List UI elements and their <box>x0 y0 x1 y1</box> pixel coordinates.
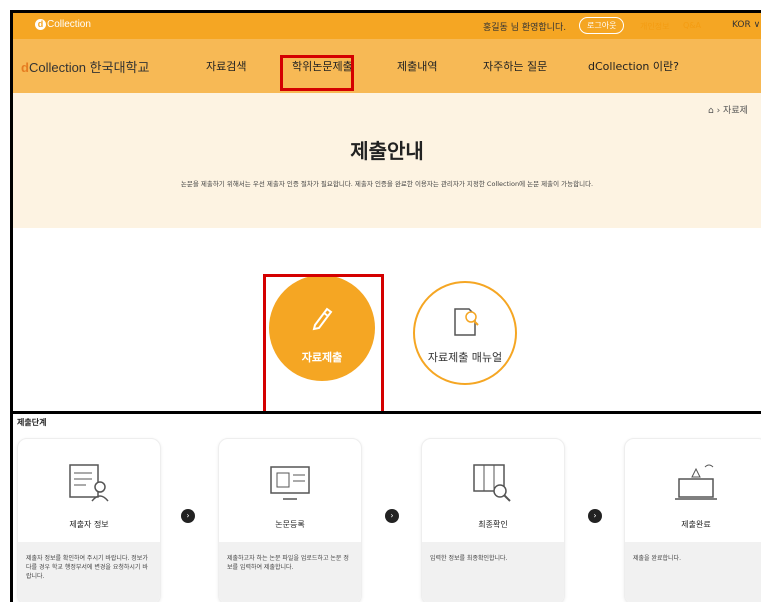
hero-section: ⌂ › 자료제 제출안내 논문을 제출하기 위해서는 우선 제출자 인증 절차가… <box>13 93 761 228</box>
step-card-final-check: 최종확인 입력한 정보를 최종확인합니다. <box>421 438 565 602</box>
document-search-icon <box>449 305 483 343</box>
step-arrow-icon: › <box>588 509 602 523</box>
step-text: 제출하고자 하는 논문 파일을 업로드하고 논문 정보를 입력하여 제출합니다. <box>219 542 361 602</box>
section-divider <box>13 411 761 414</box>
step-arrow-icon: › <box>181 509 195 523</box>
magnifier-icon <box>468 461 518 509</box>
brand-small-text: Collection <box>47 19 91 31</box>
step-text: 제출을 완료합니다. <box>625 542 761 602</box>
manual-button[interactable]: 자료제출 매뉴얼 <box>413 281 517 385</box>
user-greeting: 홍길동 님 환영합니다. <box>483 23 567 33</box>
step-arrow-icon: › <box>385 509 399 523</box>
step-text: 입력한 정보를 최종확인합니다. <box>422 542 564 602</box>
step-name: 제출자 정보 <box>69 520 109 529</box>
breadcrumb[interactable]: ⌂ › 자료제 <box>708 103 748 116</box>
nav-faq[interactable]: 자주하는 질문 <box>483 58 547 74</box>
step-name: 논문등록 <box>275 520 305 529</box>
browser-frame: d Collection 홍길동 님 환영합니다. 로그아웃 개인정보 Q&A K… <box>10 10 761 602</box>
logout-button[interactable]: 로그아웃 <box>579 17 625 34</box>
person-document-icon <box>64 461 114 509</box>
page-description: 논문을 제출하기 위해서는 우선 제출자 인증 절차가 필요합니다. 제출자 인… <box>180 180 594 188</box>
logo-d: d <box>21 60 29 75</box>
brand-d-icon: d <box>35 19 46 30</box>
nav-search[interactable]: 자료검색 <box>206 58 246 74</box>
main-nav: dCollection 한국대학교 자료검색 학위논문제출 제출내역 자주하는 … <box>13 39 761 93</box>
step-card-thesis-register: 논문등록 제출하고자 하는 논문 파일을 업로드하고 논문 정보를 입력하여 제… <box>218 438 362 602</box>
monitor-icon <box>265 461 315 509</box>
brand-small[interactable]: d Collection <box>35 19 91 30</box>
qna-link[interactable]: Q&A <box>683 21 701 30</box>
manual-label: 자료제출 매뉴얼 <box>427 351 503 364</box>
steps-title: 제출단계 <box>17 418 47 427</box>
logo[interactable]: dCollection 한국대학교 <box>21 57 149 76</box>
logo-text: Collection 한국대학교 <box>28 60 150 75</box>
highlight-box-submit <box>263 274 384 414</box>
language-select[interactable]: KOR ∨ <box>732 20 760 30</box>
step-name: 최종확인 <box>478 520 508 529</box>
nav-about[interactable]: dCollection 이란? <box>588 58 679 74</box>
highlight-box-nav <box>280 55 354 91</box>
top-utility-bar: d Collection 홍길동 님 환영합니다. 로그아웃 개인정보 Q&A K… <box>13 13 761 39</box>
nav-submit-history[interactable]: 제출내역 <box>397 58 437 74</box>
my-info-link[interactable]: 개인정보 <box>640 21 669 32</box>
step-card-submitter-info: 제출자 정보 제출자 정보를 확인하여 주시기 바랍니다. 정보가 다를 경우 … <box>17 438 161 602</box>
step-name: 제출완료 <box>681 520 711 529</box>
page-title: 제출안내 <box>350 139 424 163</box>
step-text: 제출자 정보를 확인하여 주시기 바랍니다. 정보가 다를 경우 학교 행정부서… <box>18 542 160 602</box>
step-card-complete: 제출완료 제출을 완료합니다. <box>624 438 761 602</box>
rocket-laptop-icon <box>671 461 721 509</box>
